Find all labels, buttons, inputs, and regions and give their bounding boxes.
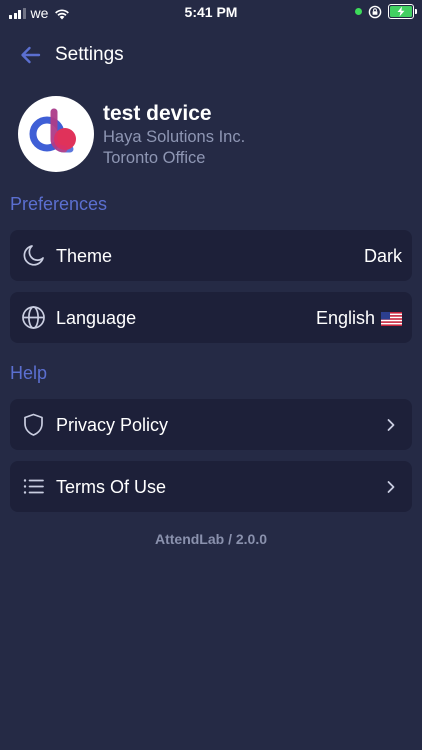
globe-icon (22, 306, 45, 329)
theme-label: Theme (56, 246, 113, 266)
attendlab-logo (29, 108, 76, 153)
language-value-text: English (315, 308, 375, 328)
terms-of-use-label: Terms Of Use (56, 477, 167, 497)
page-title: Settings (55, 44, 124, 65)
shield-icon (24, 413, 43, 436)
status-bar: we 5:41 PM (0, 0, 422, 26)
app-header: Settings (0, 38, 422, 72)
company-name: Haya Solutions Inc. (103, 128, 246, 146)
theme-value: Dark (364, 246, 402, 267)
section-title-preferences: Preferences (10, 194, 108, 214)
moon-icon (23, 245, 44, 266)
status-right (355, 4, 417, 19)
language-label: Language (56, 308, 137, 328)
theme-setting[interactable]: Theme Dark (10, 230, 412, 281)
list-icon (23, 479, 44, 494)
camera-in-use-indicator (355, 8, 362, 15)
battery-icon (388, 4, 417, 19)
us-flag-icon (381, 311, 402, 326)
device-name: test device (103, 102, 212, 125)
office-name: Toronto Office (103, 149, 206, 167)
privacy-policy-label: Privacy Policy (56, 415, 169, 435)
rotation-lock-icon (368, 5, 382, 18)
section-title-help: Help (10, 363, 48, 383)
theme-value-text: Dark (363, 246, 402, 266)
chevron-right-icon (387, 419, 395, 431)
avatar (18, 96, 94, 172)
device-profile: test device Haya Solutions Inc. Toronto … (18, 96, 408, 176)
language-value: English (316, 308, 402, 329)
charging-bolt-icon (397, 6, 405, 17)
chevron-right-icon (387, 481, 395, 493)
terms-of-use-item[interactable]: Terms Of Use (10, 461, 412, 512)
privacy-policy-item[interactable]: Privacy Policy (10, 399, 412, 450)
app-version: AttendLab / 2.0.0 (154, 531, 268, 547)
language-setting[interactable]: Language English (10, 292, 412, 343)
back-arrow-icon[interactable] (18, 43, 44, 67)
